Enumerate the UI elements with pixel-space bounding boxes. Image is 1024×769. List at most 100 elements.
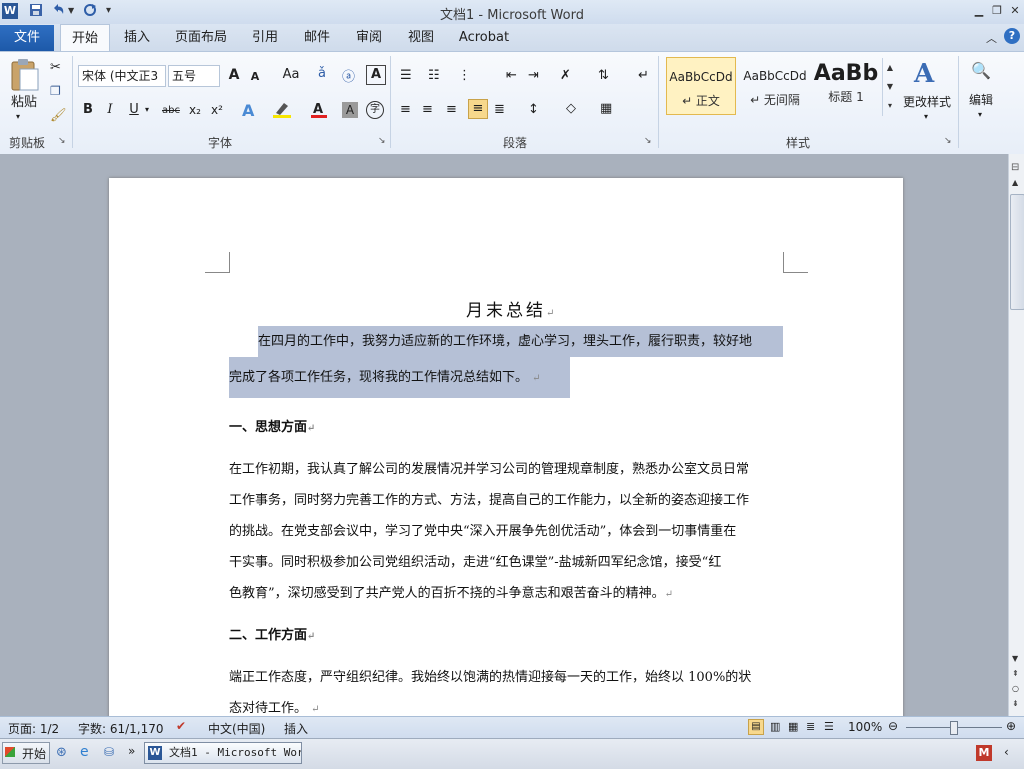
- align-center-icon[interactable]: ≡: [422, 102, 433, 117]
- bold-button[interactable]: B: [80, 100, 96, 120]
- italic-button[interactable]: I: [102, 100, 118, 120]
- find-icon[interactable]: 🔍: [968, 58, 994, 84]
- highlight-icon[interactable]: [272, 101, 292, 119]
- tab-file[interactable]: 文件: [0, 25, 54, 51]
- tab-acrobat[interactable]: Acrobat: [454, 24, 514, 51]
- close-button[interactable]: ✕: [1006, 3, 1024, 19]
- vertical-scrollbar[interactable]: ⊟ ▲ ▼ ⇞ ○ ⇟: [1008, 154, 1024, 716]
- line-spacing-icon[interactable]: ↕: [528, 102, 539, 117]
- scroll-up-icon[interactable]: ▲: [1012, 178, 1018, 187]
- style-normal[interactable]: AaBbCcDd ↵ 正文: [666, 57, 736, 115]
- bullets-icon[interactable]: ☰: [400, 68, 412, 83]
- style-no-spacing[interactable]: AaBbCcDd ↵ 无间隔: [740, 57, 810, 115]
- increase-indent-icon[interactable]: ⇥: [528, 68, 539, 83]
- outline-icon[interactable]: ≣: [806, 720, 815, 733]
- tab-mailings[interactable]: 邮件: [296, 24, 338, 51]
- paste-icon[interactable]: [8, 58, 40, 92]
- tab-references[interactable]: 引用: [244, 24, 286, 51]
- font-color-icon[interactable]: A: [310, 101, 328, 119]
- copy-icon[interactable]: ❐: [50, 84, 61, 98]
- style-heading-1[interactable]: AaBb 标题 1: [812, 57, 880, 115]
- text-effects-icon[interactable]: A: [242, 101, 254, 120]
- page-count[interactable]: 页面: 1/2: [8, 720, 59, 737]
- quick-launch-more-icon[interactable]: »: [128, 744, 135, 758]
- borders-icon[interactable]: ▦: [600, 101, 612, 116]
- insert-mode[interactable]: 插入: [284, 720, 308, 737]
- clipboard-launcher-icon[interactable]: ↘: [58, 136, 66, 146]
- subscript-button[interactable]: x₂: [186, 100, 204, 120]
- grow-font-button[interactable]: A: [226, 65, 242, 85]
- justify-icon[interactable]: ≡: [468, 99, 488, 119]
- next-page-icon[interactable]: ⇟: [1012, 699, 1019, 708]
- change-styles-button[interactable]: 更改样式: [900, 92, 954, 112]
- superscript-button[interactable]: x²: [208, 100, 226, 120]
- cut-icon[interactable]: ✂: [50, 60, 61, 75]
- multilevel-list-icon[interactable]: ⋮: [458, 68, 471, 83]
- print-layout-icon[interactable]: ▤: [748, 719, 764, 735]
- clear-formatting-icon[interactable]: ⓐ: [342, 66, 355, 85]
- zoom-in-icon[interactable]: ⊕: [1006, 719, 1016, 733]
- paste-button[interactable]: 粘贴: [4, 93, 44, 113]
- editing-button[interactable]: 编辑: [962, 90, 1000, 110]
- desktop-icon[interactable]: ⊛: [56, 745, 67, 760]
- quick-launch-icon[interactable]: ⛁: [104, 745, 114, 759]
- styles-launcher-icon[interactable]: ↘: [944, 136, 952, 146]
- editing-dropdown-icon[interactable]: ▾: [978, 110, 982, 119]
- chinese-layout-icon[interactable]: ✗: [560, 68, 571, 83]
- tab-review[interactable]: 审阅: [348, 24, 390, 51]
- change-styles-icon[interactable]: A: [912, 58, 940, 89]
- align-left-icon[interactable]: ≡: [400, 102, 411, 117]
- numbering-icon[interactable]: ☷: [428, 68, 440, 83]
- previous-page-icon[interactable]: ⇞: [1012, 669, 1019, 678]
- language-indicator[interactable]: 中文(中国): [208, 720, 265, 737]
- ruler-toggle-icon[interactable]: ⊟: [1011, 162, 1019, 173]
- underline-dropdown-icon[interactable]: ▾: [145, 105, 149, 114]
- strikethrough-button[interactable]: abc: [158, 101, 184, 121]
- draft-icon[interactable]: ☰: [824, 720, 834, 733]
- scroll-thumb[interactable]: [1010, 194, 1024, 310]
- change-case-button[interactable]: Aa: [280, 65, 302, 85]
- styles-scroll[interactable]: ▲ ▼ ▾: [882, 58, 897, 116]
- shrink-font-button[interactable]: A: [248, 67, 262, 87]
- tab-home[interactable]: 开始: [60, 24, 110, 52]
- font-name-combo[interactable]: 宋体 (中文正3: [78, 65, 166, 87]
- change-styles-dropdown-icon[interactable]: ▾: [924, 112, 928, 121]
- browse-object-icon[interactable]: ○: [1012, 684, 1019, 693]
- proofing-icon[interactable]: ✔: [176, 719, 186, 733]
- character-border-button[interactable]: A: [366, 65, 386, 85]
- phonetic-guide-icon[interactable]: ǎ: [318, 66, 326, 81]
- sort-icon[interactable]: ⇅: [598, 68, 609, 83]
- shading-icon[interactable]: ◇: [566, 101, 576, 116]
- word-count[interactable]: 字数: 61/1,170: [78, 720, 164, 737]
- tab-page-layout[interactable]: 页面布局: [170, 24, 232, 51]
- character-shading-icon[interactable]: A: [342, 102, 358, 118]
- font-group-label: 字体: [207, 136, 232, 150]
- tab-insert[interactable]: 插入: [116, 24, 158, 51]
- align-right-icon[interactable]: ≡: [446, 102, 457, 117]
- format-painter-icon[interactable]: 🖌: [50, 108, 67, 123]
- paragraph-launcher-icon[interactable]: ↘: [644, 136, 652, 146]
- distributed-icon[interactable]: ≣: [494, 102, 505, 117]
- tray-expand-icon[interactable]: ‹: [1004, 745, 1009, 759]
- enclose-characters-icon[interactable]: 字: [366, 101, 384, 119]
- ie-icon[interactable]: e: [80, 744, 89, 760]
- tab-view[interactable]: 视图: [400, 24, 442, 51]
- zoom-level[interactable]: 100%: [848, 720, 882, 734]
- decrease-indent-icon[interactable]: ⇤: [506, 68, 517, 83]
- zoom-slider-thumb[interactable]: [950, 721, 958, 735]
- collapse-ribbon-icon[interactable]: ︿: [986, 30, 997, 46]
- font-size-combo[interactable]: 五号: [168, 65, 220, 87]
- font-launcher-icon[interactable]: ↘: [378, 136, 386, 146]
- tray-app-icon[interactable]: M: [976, 745, 992, 761]
- underline-button[interactable]: U: [126, 100, 142, 120]
- help-icon[interactable]: ?: [1004, 28, 1020, 44]
- paste-dropdown-icon[interactable]: ▾: [16, 112, 20, 121]
- scroll-down-icon[interactable]: ▼: [1012, 654, 1018, 663]
- minimize-button[interactable]: ▁: [970, 3, 988, 19]
- restore-button[interactable]: ❐: [988, 3, 1006, 19]
- taskbar-word-window[interactable]: 文档1 - Microsoft Word: [144, 742, 302, 764]
- zoom-out-icon[interactable]: ⊖: [888, 719, 898, 733]
- show-marks-icon[interactable]: ↵: [638, 68, 649, 83]
- full-screen-reading-icon[interactable]: ▥: [770, 720, 780, 733]
- web-layout-icon[interactable]: ▦: [788, 720, 798, 733]
